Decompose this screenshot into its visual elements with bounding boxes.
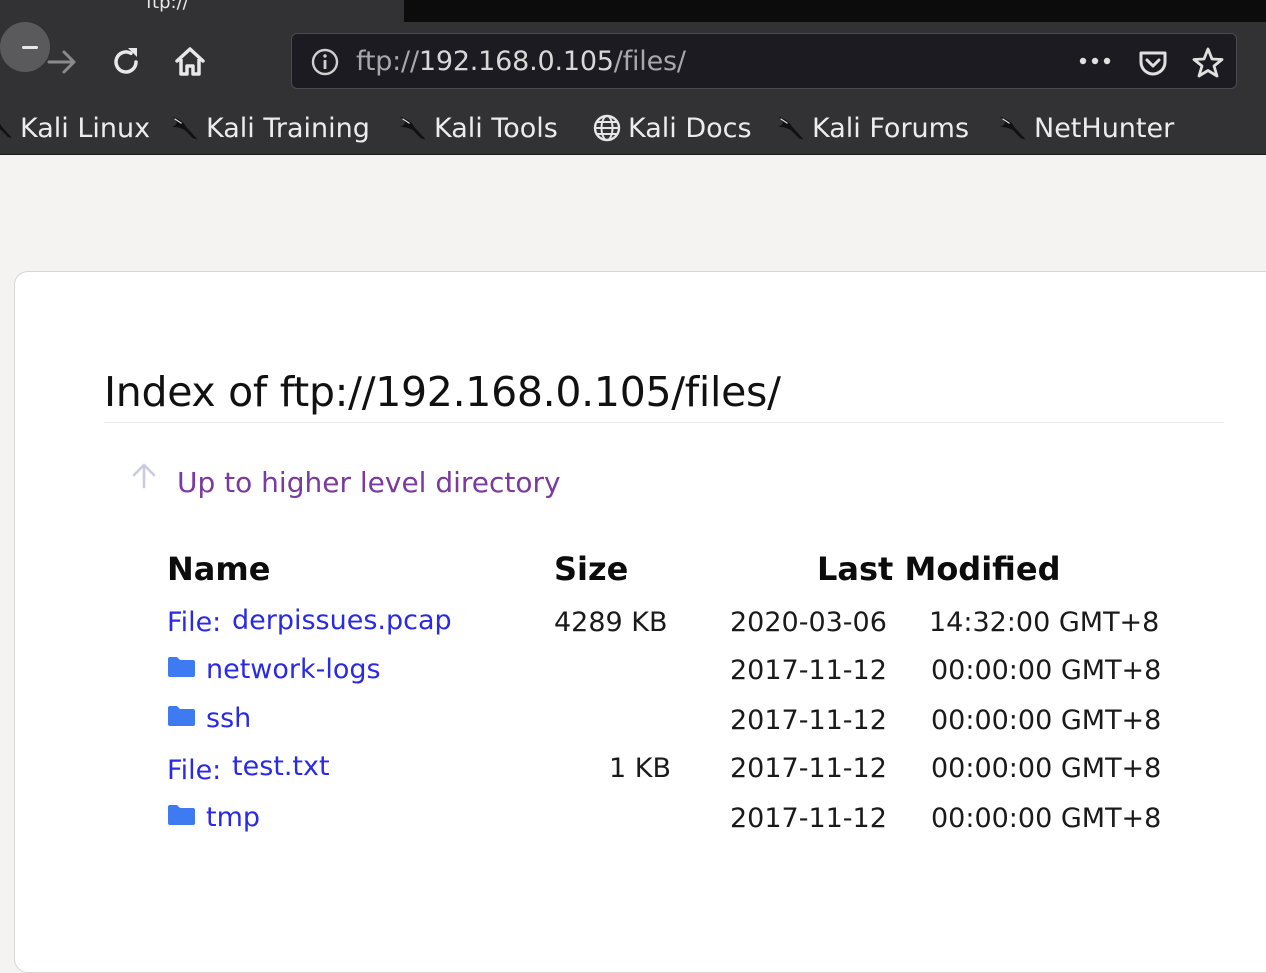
modified-time: 00:00:00 GMT+8 — [931, 655, 1162, 686]
folder-link-ssh[interactable]: ssh — [206, 703, 251, 734]
folder-link-network-logs[interactable]: network-logs — [206, 654, 381, 685]
up-to-parent-link[interactable]: Up to higher level directory — [177, 466, 561, 499]
modified-date: 2020-03-06 — [730, 607, 887, 638]
home-icon — [175, 47, 205, 76]
page-title: Index of ftp://192.168.0.105/files/ — [104, 368, 781, 416]
column-header-size[interactable]: Size — [554, 550, 628, 588]
modified-date: 2017-11-12 — [730, 705, 887, 736]
file-prefix: File: — [167, 755, 222, 786]
tab-strip: ftp:// — [0, 0, 1266, 22]
bookmark-label: Kali Linux — [20, 112, 151, 144]
url-path: /files/ — [613, 46, 686, 77]
url-scheme: ftp:// — [356, 46, 419, 77]
pocket-icon[interactable] — [1137, 47, 1169, 79]
modified-date: 2017-11-12 — [730, 655, 887, 686]
modified-time: 00:00:00 GMT+8 — [931, 705, 1162, 736]
url-text[interactable]: ftp://192.168.0.105/files/ — [356, 46, 686, 77]
address-bar[interactable]: ftp://192.168.0.105/files/ — [291, 33, 1237, 89]
file-size: 1 KB — [609, 753, 671, 784]
bookmark-kali-linux[interactable]: Kali Linux — [0, 108, 150, 148]
bookmark-label: NetHunter — [1034, 112, 1175, 144]
kali-dragon-icon — [172, 116, 198, 140]
info-icon[interactable] — [310, 47, 340, 77]
forward-button[interactable] — [42, 42, 82, 82]
modified-date: 2017-11-12 — [730, 803, 887, 834]
title-divider — [104, 422, 1224, 423]
file-prefix: File: — [167, 607, 222, 638]
modified-time: 14:32:00 GMT+8 — [929, 607, 1160, 638]
file-link-derpissues-pcap[interactable]: derpissues.pcap — [232, 605, 452, 636]
folder-icon — [168, 706, 195, 726]
home-button[interactable] — [170, 42, 210, 82]
bookmark-nethunter[interactable]: NetHunter — [998, 108, 1174, 148]
kali-dragon-icon — [400, 116, 426, 140]
folder-icon — [168, 657, 195, 677]
modified-time: 00:00:00 GMT+8 — [931, 753, 1162, 784]
url-host: 192.168.0.105 — [418, 46, 614, 77]
reload-button[interactable] — [106, 42, 146, 82]
column-header-last-modified[interactable]: Last Modified — [817, 550, 1061, 588]
bookmark-kali-forums[interactable]: Kali Forums — [776, 108, 969, 148]
modified-date: 2017-11-12 — [730, 753, 887, 784]
bookmark-star-icon[interactable] — [1191, 46, 1225, 80]
navigation-toolbar: ftp://192.168.0.105/files/ — [0, 22, 1266, 104]
kali-dragon-icon — [1000, 116, 1026, 140]
folder-icon — [168, 805, 195, 825]
bookmarks-toolbar: Kali Linux Kali Training Kali Tools Kali… — [0, 104, 1266, 155]
bookmark-label: Kali Tools — [434, 112, 558, 144]
bookmark-label: Kali Forums — [812, 112, 970, 144]
globe-icon — [593, 114, 621, 142]
kali-dragon-icon — [778, 116, 804, 140]
tab-active[interactable]: ftp:// — [0, 0, 404, 22]
up-arrow-icon — [132, 463, 156, 489]
bookmark-label: Kali Training — [206, 112, 370, 144]
kali-dragon-icon — [0, 124, 12, 138]
modified-time: 00:00:00 GMT+8 — [931, 803, 1162, 834]
file-link-test-txt[interactable]: test.txt — [232, 751, 330, 782]
bookmark-kali-docs[interactable]: Kali Docs — [592, 108, 752, 148]
forward-arrow-icon — [47, 50, 76, 74]
more-actions-icon[interactable] — [1078, 54, 1112, 68]
bookmark-kali-tools[interactable]: Kali Tools — [398, 108, 558, 148]
bookmark-kali-training[interactable]: Kali Training — [170, 108, 370, 148]
reload-icon — [114, 48, 138, 74]
file-size: 4289 KB — [554, 607, 668, 638]
tab-label: ftp:// — [146, 0, 189, 13]
column-header-name[interactable]: Name — [167, 550, 270, 588]
folder-link-tmp[interactable]: tmp — [206, 802, 260, 833]
bookmark-label: Kali Docs — [628, 112, 752, 144]
